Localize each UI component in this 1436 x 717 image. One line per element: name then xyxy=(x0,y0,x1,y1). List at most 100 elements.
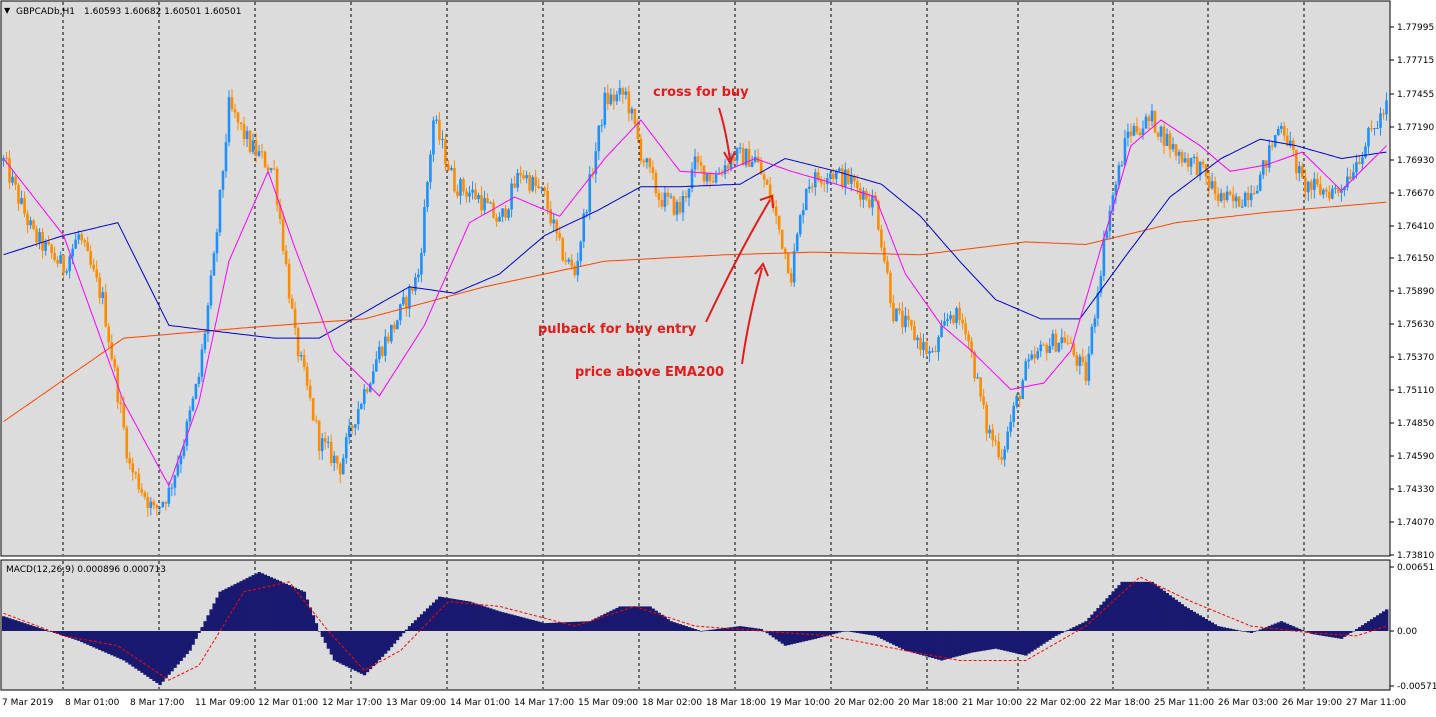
macd-bar xyxy=(404,629,409,631)
macd-bar xyxy=(714,629,718,631)
macd-bar xyxy=(83,631,87,644)
macd-bar xyxy=(537,621,541,631)
macd-bar xyxy=(1258,629,1263,631)
candle-body xyxy=(540,187,543,189)
candle-body xyxy=(516,172,519,188)
candle-body xyxy=(750,161,754,167)
candle-body xyxy=(558,233,562,239)
candle-body xyxy=(353,424,357,428)
macd-bar xyxy=(452,599,457,631)
macd-bar xyxy=(401,631,406,634)
header-dropdown-icon[interactable]: ▼ xyxy=(4,6,11,15)
candle-body xyxy=(1234,196,1238,202)
macd-bar xyxy=(1057,631,1061,635)
macd-bar xyxy=(477,604,481,631)
candle-body xyxy=(1373,128,1376,130)
candle-body xyxy=(426,182,429,208)
candle-body xyxy=(74,239,77,249)
candle-body xyxy=(140,489,144,493)
macd-bar xyxy=(831,631,836,635)
macd-bar xyxy=(468,601,472,631)
candle-body xyxy=(176,464,180,476)
macd-bar xyxy=(275,579,279,631)
candle-body xyxy=(949,315,952,320)
macd-bar xyxy=(928,631,932,658)
candle-body xyxy=(925,342,928,354)
macd-bar xyxy=(870,631,875,636)
macd-bar xyxy=(1174,599,1178,631)
macd-bar xyxy=(260,573,264,631)
candle-body xyxy=(901,310,904,328)
macd-bar xyxy=(122,631,126,661)
macd-bar xyxy=(1234,629,1239,631)
macd-bar xyxy=(410,623,415,631)
candle-body xyxy=(507,209,510,218)
candle-body xyxy=(907,315,910,321)
candle-body xyxy=(1150,110,1154,122)
candle-body xyxy=(510,183,513,210)
candle-body xyxy=(224,142,228,172)
macd-bar xyxy=(1228,628,1233,631)
candle-body xyxy=(492,202,495,218)
candle-body xyxy=(940,325,943,338)
candle-body xyxy=(489,202,492,204)
macd-bar xyxy=(449,598,454,631)
macd-bar xyxy=(1342,631,1347,637)
macd-bar xyxy=(116,631,120,658)
candle-body xyxy=(1310,181,1313,190)
candle-body xyxy=(654,173,658,194)
macd-bar xyxy=(1036,631,1040,648)
candle-body xyxy=(104,292,108,327)
candle-body xyxy=(119,402,123,405)
candle-body xyxy=(284,250,288,264)
macd-bar xyxy=(879,631,884,639)
candle-body xyxy=(245,130,249,140)
price-label: 1.77715 xyxy=(1397,56,1434,66)
macd-bar xyxy=(278,581,283,631)
macd-bar xyxy=(422,611,427,631)
macd-bar xyxy=(1081,622,1085,631)
macd-bar xyxy=(1048,631,1052,640)
candle-body xyxy=(396,320,399,330)
trading-chart[interactable]: 1.77995 1.77715 1.77455 1.77190 1.76930 1.766… xyxy=(0,0,1436,713)
macd-bar xyxy=(200,627,204,631)
candle-body xyxy=(1036,351,1040,359)
macd-bar xyxy=(825,631,830,636)
macd-bar xyxy=(1210,622,1215,631)
chart-canvas[interactable]: 1.77995 1.77715 1.77455 1.77190 1.76930 1.766… xyxy=(0,0,1436,713)
macd-bar xyxy=(1093,611,1097,631)
macd-bar xyxy=(1192,611,1196,631)
macd-bar xyxy=(131,631,135,667)
candle-body xyxy=(128,458,132,464)
macd-bar xyxy=(949,631,953,659)
candle-body xyxy=(287,263,291,299)
candle-body xyxy=(708,173,712,182)
macd-bar xyxy=(1129,581,1133,631)
macd-bar xyxy=(924,631,929,657)
macd-bar xyxy=(1300,630,1305,631)
candle-body xyxy=(432,120,435,155)
candle-body xyxy=(1033,354,1037,359)
candle-body xyxy=(453,167,456,192)
candle-body xyxy=(762,174,766,180)
macd-bar xyxy=(179,631,183,661)
candle-body xyxy=(326,441,330,443)
macd-bar xyxy=(437,596,442,631)
candle-body xyxy=(206,305,210,334)
candle-body xyxy=(98,277,102,298)
macd-bar xyxy=(62,631,66,636)
macd-bar xyxy=(1078,624,1082,631)
candle-body xyxy=(146,497,150,508)
candle-body xyxy=(1316,178,1319,185)
time-label: 20 Mar 18:00 xyxy=(898,698,958,708)
macd-bar xyxy=(846,631,851,632)
candle-body xyxy=(1123,138,1127,166)
macd-bar xyxy=(1087,617,1091,631)
candle-body xyxy=(429,154,432,183)
candle-body xyxy=(1331,188,1334,199)
candle-body xyxy=(1385,100,1388,115)
macd-bar xyxy=(489,608,493,631)
candle-body xyxy=(1045,344,1049,353)
candle-body xyxy=(420,252,423,275)
macd-bar xyxy=(1276,622,1281,631)
